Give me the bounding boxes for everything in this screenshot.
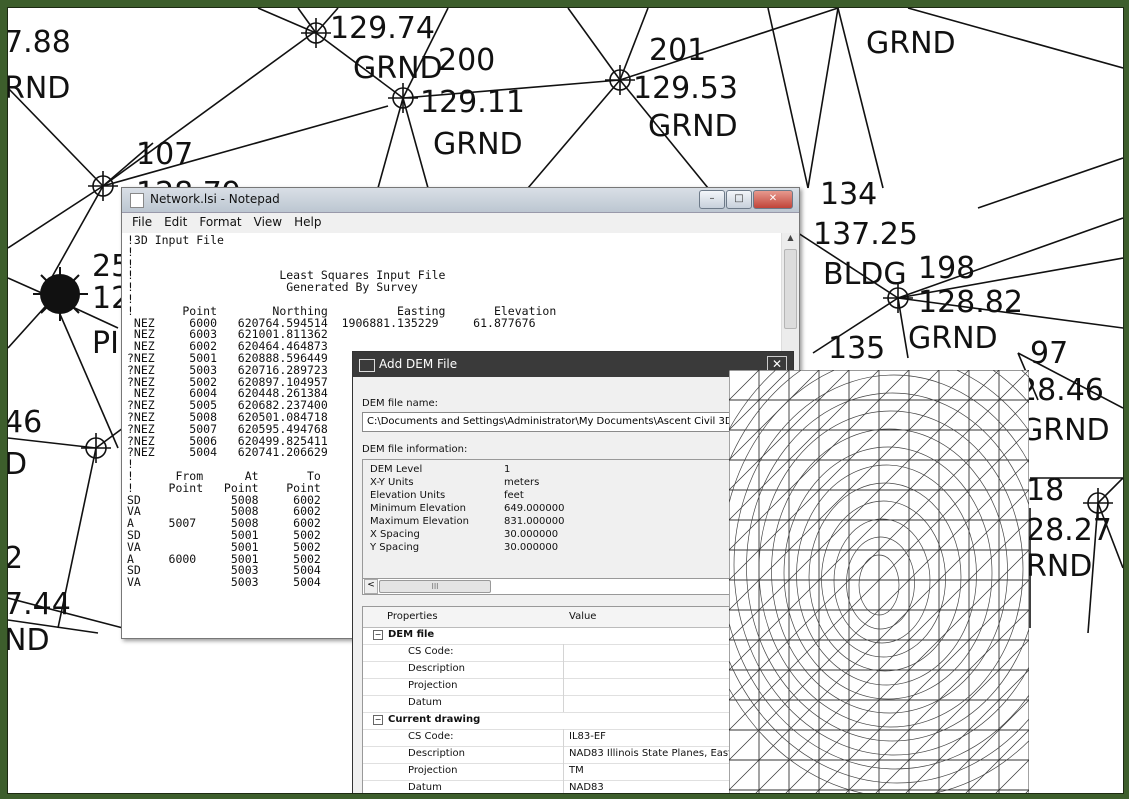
cad-label: 129.74 <box>330 11 435 46</box>
value-column-header: Value <box>569 611 597 622</box>
collage-canvas: 7.88 RND 129.74 GRND 200 129.11 GRND 201… <box>7 7 1124 794</box>
cad-label: GRND <box>908 321 998 356</box>
cad-label: 97 <box>1030 336 1068 371</box>
info-row: Elevation Units feet <box>370 490 524 501</box>
add-dem-file-dialog[interactable]: Add DEM File ✕ DEM file name: C:\Documen… <box>352 351 794 793</box>
cad-label: GRND <box>866 26 956 61</box>
window-controls: – □ ✕ <box>699 190 793 209</box>
cad-label: 28.46 <box>1018 373 1104 408</box>
info-row: Y Spacing 30.000000 <box>370 542 559 553</box>
notepad-title: Network.lsi - Notepad <box>150 192 280 206</box>
info-row: X-Y Units meters <box>370 477 540 488</box>
cad-label: 107 <box>136 137 193 172</box>
cad-label: RND <box>8 71 70 106</box>
cad-label: 28.27 <box>1026 513 1112 548</box>
minimize-button[interactable]: – <box>699 190 725 209</box>
cad-label: 129.11 <box>420 85 525 120</box>
cad-label: GRND <box>353 51 443 86</box>
picture-frame: 7.88 RND 129.74 GRND 200 129.11 GRND 201… <box>0 0 1129 799</box>
cad-label: 198 <box>918 251 975 286</box>
cad-label: RND <box>1026 549 1092 584</box>
menu-edit[interactable]: Edit <box>158 213 193 233</box>
cad-label: 137.25 <box>813 217 918 252</box>
close-button[interactable]: ✕ <box>753 190 793 209</box>
cad-label: 2 <box>8 541 23 576</box>
scroll-thumb[interactable] <box>784 249 797 329</box>
info-row: Maximum Elevation 831.000000 <box>370 516 565 527</box>
collapse-icon[interactable]: − <box>373 630 383 640</box>
dem-file-name-label: DEM file name: <box>362 398 438 409</box>
cad-label: 200 <box>438 43 495 78</box>
menu-file[interactable]: File <box>126 213 158 233</box>
cad-label: 128.82 <box>918 285 1023 320</box>
cad-label: GRND <box>648 109 738 144</box>
dem-file-info-label: DEM file information: <box>362 444 468 455</box>
cad-label: ND <box>8 623 50 658</box>
cad-label: 7.88 <box>8 25 71 60</box>
dialog-title: Add DEM File <box>379 357 458 371</box>
cad-label: D <box>8 447 27 482</box>
cad-label: 201 <box>649 33 706 68</box>
cad-label: GRND <box>433 127 523 162</box>
notepad-icon <box>130 193 144 208</box>
info-row: Minimum Elevation 649.000000 <box>370 503 565 514</box>
menu-view[interactable]: View <box>248 213 288 233</box>
menu-help[interactable]: Help <box>288 213 327 233</box>
info-row: DEM Level 1 <box>370 464 511 475</box>
notepad-menubar: File Edit Format View Help <box>122 213 799 234</box>
scroll-thumb[interactable]: III <box>379 580 491 593</box>
cad-label: 7.44 <box>8 587 71 622</box>
dialog-titlebar[interactable]: Add DEM File ✕ <box>353 352 793 377</box>
cad-label: 129.53 <box>633 71 738 106</box>
scroll-left-icon[interactable]: < <box>364 579 378 594</box>
cad-label: 18 <box>1026 473 1064 508</box>
scroll-up-icon[interactable]: ▲ <box>782 233 799 247</box>
cad-label: PI <box>92 326 119 361</box>
info-row: X Spacing 30.000000 <box>370 529 559 540</box>
cad-label: BLDG <box>823 257 907 292</box>
menu-format[interactable]: Format <box>193 213 247 233</box>
cad-label: 134 <box>820 177 877 212</box>
maximize-button[interactable]: □ <box>726 190 752 209</box>
cad-label: 46 <box>8 405 42 440</box>
cad-label: 135 <box>828 331 885 366</box>
properties-column-header: Properties <box>387 611 438 622</box>
dem-contour-mesh-image <box>729 370 1029 793</box>
collapse-icon[interactable]: − <box>373 715 383 725</box>
notepad-titlebar[interactable]: Network.lsi - Notepad – □ ✕ <box>122 188 799 213</box>
cad-label: GRND <box>1020 413 1110 448</box>
dialog-icon <box>359 359 375 372</box>
